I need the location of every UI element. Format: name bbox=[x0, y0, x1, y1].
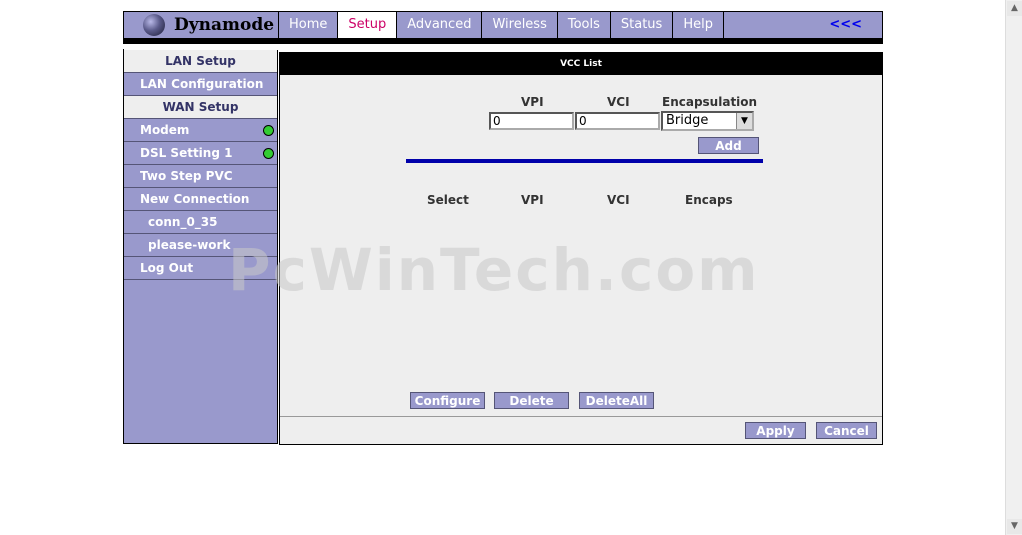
sidebar-item-label: Two Step PVC bbox=[140, 169, 233, 183]
status-led-icon bbox=[263, 125, 274, 136]
sidebar-item-label: Log Out bbox=[140, 261, 194, 275]
column-header-select: Select bbox=[427, 193, 469, 207]
top-navigation: Dynamode Home Setup Advanced Wireless To… bbox=[123, 11, 883, 39]
tab-wireless[interactable]: Wireless bbox=[482, 12, 558, 38]
vci-input[interactable] bbox=[575, 112, 660, 130]
sidebar-item-two-step-pvc[interactable]: Two Step PVC bbox=[124, 165, 277, 188]
form-divider bbox=[406, 159, 763, 163]
sidebar-header-wan-setup: WAN Setup bbox=[124, 96, 277, 119]
apply-button[interactable]: Apply bbox=[745, 422, 806, 439]
encapsulation-selected: Bridge bbox=[666, 113, 709, 128]
column-header-vci: VCI bbox=[607, 193, 630, 207]
status-led-icon bbox=[263, 148, 274, 159]
collapse-menu-link[interactable]: <<< bbox=[829, 12, 862, 38]
sidebar-item-dsl-setting-1[interactable]: DSL Setting 1 bbox=[124, 142, 277, 165]
sidebar: LAN Setup LAN Configuration WAN Setup Mo… bbox=[123, 45, 279, 444]
tab-help[interactable]: Help bbox=[673, 12, 724, 38]
sidebar-item-lan-configuration[interactable]: LAN Configuration bbox=[124, 73, 277, 96]
delete-button[interactable]: Delete bbox=[494, 392, 569, 409]
vci-label: VCI bbox=[607, 95, 630, 109]
vpi-label: VPI bbox=[521, 95, 544, 109]
sidebar-item-label: please-work bbox=[148, 238, 231, 252]
delete-all-button[interactable]: DeleteAll bbox=[579, 392, 654, 409]
sidebar-item-label: New Connection bbox=[140, 192, 250, 206]
vertical-scrollbar[interactable]: ▲ ▼ bbox=[1005, 0, 1022, 535]
sidebar-header-lan-setup: LAN Setup bbox=[124, 50, 277, 73]
sidebar-item-label: WAN Setup bbox=[162, 100, 239, 114]
sidebar-item-label: Modem bbox=[140, 123, 190, 137]
header-divider bbox=[123, 39, 883, 44]
scroll-up-arrow-icon[interactable]: ▲ bbox=[1007, 1, 1022, 16]
tab-status[interactable]: Status bbox=[611, 12, 674, 38]
sidebar-item-please-work[interactable]: please-work bbox=[124, 234, 277, 257]
logo-globe-icon bbox=[143, 14, 165, 36]
column-header-vpi: VPI bbox=[521, 193, 544, 207]
tab-tools[interactable]: Tools bbox=[558, 12, 611, 38]
add-button[interactable]: Add bbox=[698, 137, 759, 154]
scroll-down-arrow-icon[interactable]: ▼ bbox=[1007, 519, 1022, 534]
encapsulation-label: Encapsulation bbox=[662, 95, 758, 109]
panel-title: VCC List bbox=[280, 53, 882, 75]
sidebar-item-modem[interactable]: Modem bbox=[124, 119, 277, 142]
router-admin-frame: Dynamode Home Setup Advanced Wireless To… bbox=[123, 11, 883, 445]
sidebar-item-log-out[interactable]: Log Out bbox=[124, 257, 277, 280]
brand-name: Dynamode bbox=[174, 15, 275, 35]
nav-tabs: Home Setup Advanced Wireless Tools Statu… bbox=[279, 12, 724, 38]
tab-advanced[interactable]: Advanced bbox=[397, 12, 483, 38]
footer-divider bbox=[280, 416, 882, 417]
sidebar-item-conn-0-35[interactable]: conn_0_35 bbox=[124, 211, 277, 234]
sidebar-item-label: conn_0_35 bbox=[148, 215, 218, 229]
vpi-input[interactable] bbox=[489, 112, 574, 130]
tab-setup[interactable]: Setup bbox=[338, 12, 398, 38]
sidebar-item-label: DSL Setting 1 bbox=[140, 146, 233, 160]
dropdown-arrow-icon[interactable]: ▼ bbox=[736, 113, 752, 129]
column-header-encaps: Encaps bbox=[685, 193, 733, 207]
tab-home[interactable]: Home bbox=[279, 12, 339, 38]
sidebar-item-label: LAN Configuration bbox=[140, 77, 264, 91]
encapsulation-select[interactable]: Bridge ▼ bbox=[661, 111, 754, 131]
sidebar-item-new-connection[interactable]: New Connection bbox=[124, 188, 277, 211]
logo: Dynamode bbox=[124, 12, 279, 38]
configure-button[interactable]: Configure bbox=[410, 392, 485, 409]
sidebar-item-label: LAN Setup bbox=[165, 54, 236, 68]
cancel-button[interactable]: Cancel bbox=[816, 422, 877, 439]
vcc-list-panel: VCC List VPI VCI Encapsulation Bridge ▼ … bbox=[279, 52, 883, 445]
